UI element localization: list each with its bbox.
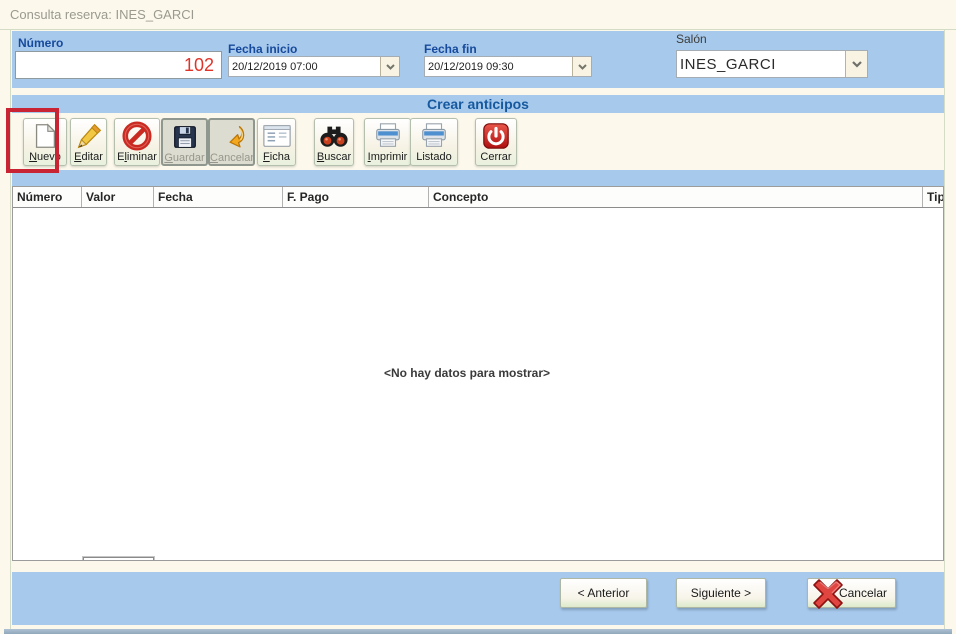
fecha-fin-combo[interactable]: 20/12/2019 09:30 bbox=[424, 56, 592, 77]
panel-top-border bbox=[0, 29, 956, 30]
cancelar-button-label: Cancelar bbox=[839, 586, 887, 600]
fecha-fin-value: 20/12/2019 09:30 bbox=[425, 57, 572, 76]
column-header-numero[interactable]: Número bbox=[13, 187, 82, 207]
fecha-inicio-label: Fecha inicio bbox=[228, 42, 297, 56]
anterior-button-label: < Anterior bbox=[578, 586, 630, 600]
salon-dropdown-button[interactable] bbox=[845, 51, 867, 77]
inline-edit-box[interactable] bbox=[83, 557, 154, 561]
pencil-icon bbox=[71, 119, 106, 151]
panel-right-border bbox=[944, 29, 945, 629]
application-window: Consulta reserva: INES_GARCI Número Fech… bbox=[0, 0, 956, 634]
siguiente-button[interactable]: Siguiente > bbox=[676, 578, 766, 608]
red-x-icon bbox=[810, 576, 846, 615]
toolbar-button-label: Nuevo bbox=[24, 151, 66, 164]
floppy-icon bbox=[163, 120, 206, 152]
chevron-down-icon bbox=[578, 64, 587, 70]
toolbar-button-label: Imprimir bbox=[365, 151, 410, 164]
form-icon bbox=[258, 119, 295, 151]
window-title: Consulta reserva: INES_GARCI bbox=[10, 7, 194, 22]
footer-bar: < Anterior Siguiente > Cancelar bbox=[12, 572, 944, 625]
toolbar-button-ficha[interactable]: Ficha bbox=[257, 118, 296, 166]
toolbar-bottom-strip bbox=[12, 170, 944, 186]
table-header-row: NúmeroValorFechaF. PagoConceptoTipo bbox=[13, 186, 944, 208]
toolbar-button-label: Ficha bbox=[258, 151, 295, 164]
toolbar-button-label: Guardar bbox=[163, 152, 206, 165]
toolbar-button-label: Listado bbox=[411, 151, 457, 164]
power-icon bbox=[476, 119, 516, 151]
printer-icon bbox=[365, 119, 410, 151]
section-header: Crear anticipos bbox=[12, 95, 944, 113]
undo-arrow-icon bbox=[210, 120, 253, 152]
toolbar-button-eliminar[interactable]: Eliminar bbox=[114, 118, 160, 166]
empty-state-message: <No hay datos para mostrar> bbox=[13, 366, 921, 380]
cancelar-footer-button[interactable]: Cancelar bbox=[807, 578, 896, 608]
new-page-icon bbox=[24, 119, 66, 151]
numero-label: Número bbox=[18, 36, 63, 50]
column-header-tipo[interactable]: Tipo bbox=[923, 187, 944, 207]
toolbar-button-cerrar[interactable]: Cerrar bbox=[475, 118, 517, 166]
salon-value: INES_GARCI bbox=[677, 51, 845, 77]
toolbar-button-cancelar: Cancelar bbox=[208, 118, 255, 166]
siguiente-button-label: Siguiente > bbox=[691, 586, 751, 600]
anterior-button[interactable]: < Anterior bbox=[560, 578, 647, 608]
column-header-fecha[interactable]: Fecha bbox=[154, 187, 283, 207]
fecha-inicio-value: 20/12/2019 07:00 bbox=[229, 57, 380, 76]
section-title: Crear anticipos bbox=[427, 96, 529, 112]
salon-label: Salón bbox=[676, 32, 707, 46]
toolbar-button-nuevo[interactable]: Nuevo bbox=[23, 118, 67, 166]
toolbar-button-label: Cancelar bbox=[210, 152, 253, 165]
toolbar-button-imprimir[interactable]: Imprimir bbox=[364, 118, 411, 166]
window-bottom-edge bbox=[4, 629, 952, 634]
toolbar-button-label: Buscar bbox=[315, 151, 353, 164]
chevron-down-icon bbox=[852, 61, 862, 68]
fecha-fin-label: Fecha fin bbox=[424, 42, 477, 56]
column-header-f-pago[interactable]: F. Pago bbox=[283, 187, 429, 207]
column-header-concepto[interactable]: Concepto bbox=[429, 187, 923, 207]
fecha-inicio-combo[interactable]: 20/12/2019 07:00 bbox=[228, 56, 400, 77]
toolbar-button-editar[interactable]: Editar bbox=[70, 118, 107, 166]
printer-icon bbox=[411, 119, 457, 151]
fecha-inicio-dropdown-button[interactable] bbox=[380, 57, 399, 76]
toolbar-button-label: Editar bbox=[71, 151, 106, 164]
binoculars-icon bbox=[315, 119, 353, 151]
panel-left-border bbox=[10, 29, 11, 629]
toolbar-button-label: Eliminar bbox=[115, 151, 159, 164]
anticipos-table: NúmeroValorFechaF. PagoConceptoTipo <No … bbox=[12, 186, 944, 561]
toolbar-button-listado[interactable]: Listado bbox=[410, 118, 458, 166]
salon-combo[interactable]: INES_GARCI bbox=[676, 50, 868, 78]
chevron-down-icon bbox=[386, 64, 395, 70]
fecha-fin-dropdown-button[interactable] bbox=[572, 57, 591, 76]
toolbar: Nuevo Editar Eliminar Guardar Cancelar Ficha B… bbox=[12, 113, 944, 170]
toolbar-button-buscar[interactable]: Buscar bbox=[314, 118, 354, 166]
toolbar-button-guardar: Guardar bbox=[161, 118, 208, 166]
table-body: <No hay datos para mostrar> bbox=[13, 208, 943, 560]
column-header-valor[interactable]: Valor bbox=[82, 187, 154, 207]
toolbar-button-label: Cerrar bbox=[476, 151, 516, 164]
no-entry-icon bbox=[115, 119, 159, 151]
numero-input[interactable] bbox=[15, 51, 222, 79]
